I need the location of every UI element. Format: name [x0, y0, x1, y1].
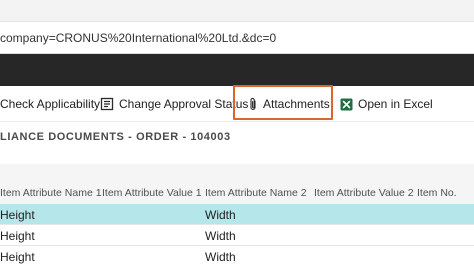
change-approval-status-label: Change Approval Status: [119, 97, 249, 111]
table-row[interactable]: Height Width: [0, 225, 474, 246]
open-in-excel-label: Open in Excel: [358, 97, 433, 111]
table-cell[interactable]: Height: [0, 229, 35, 243]
app-header-bar: [0, 54, 474, 86]
approval-status-icon: [100, 97, 114, 111]
browser-tab-strip: [0, 0, 474, 22]
excel-icon: [340, 98, 353, 111]
column-header-item-attribute-name-1[interactable]: Item Attribute Name 1: [0, 187, 102, 199]
table-cell[interactable]: Height: [0, 250, 35, 264]
check-applicability-action[interactable]: Check Applicability: [0, 86, 100, 122]
open-in-excel-action[interactable]: Open in Excel: [340, 86, 433, 122]
page-title: LIANCE DOCUMENTS - ORDER - 104003: [0, 131, 231, 143]
table-cell[interactable]: Width: [205, 208, 236, 222]
table-cell[interactable]: Height: [0, 208, 35, 222]
attachments-highlight-box: [233, 85, 333, 120]
table-cell[interactable]: Width: [205, 229, 236, 243]
table-row[interactable]: Height Width: [0, 204, 474, 225]
column-header-item-attribute-value-1[interactable]: Item Attribute Value 1: [102, 187, 202, 199]
column-header-item-no[interactable]: Item No.: [417, 187, 457, 199]
table-cell[interactable]: Width: [205, 250, 236, 264]
table-row[interactable]: Height Width: [0, 246, 474, 266]
change-approval-status-action[interactable]: Change Approval Status: [100, 86, 248, 122]
check-applicability-label: Check Applicability: [0, 97, 101, 111]
column-header-item-attribute-name-2[interactable]: Item Attribute Name 2: [205, 187, 307, 199]
address-bar-url: company=CRONUS%20International%20Ltd.&dc…: [0, 31, 277, 45]
column-header-item-attribute-value-2[interactable]: Item Attribute Value 2: [314, 187, 414, 199]
address-bar[interactable]: company=CRONUS%20International%20Ltd.&dc…: [0, 22, 474, 54]
